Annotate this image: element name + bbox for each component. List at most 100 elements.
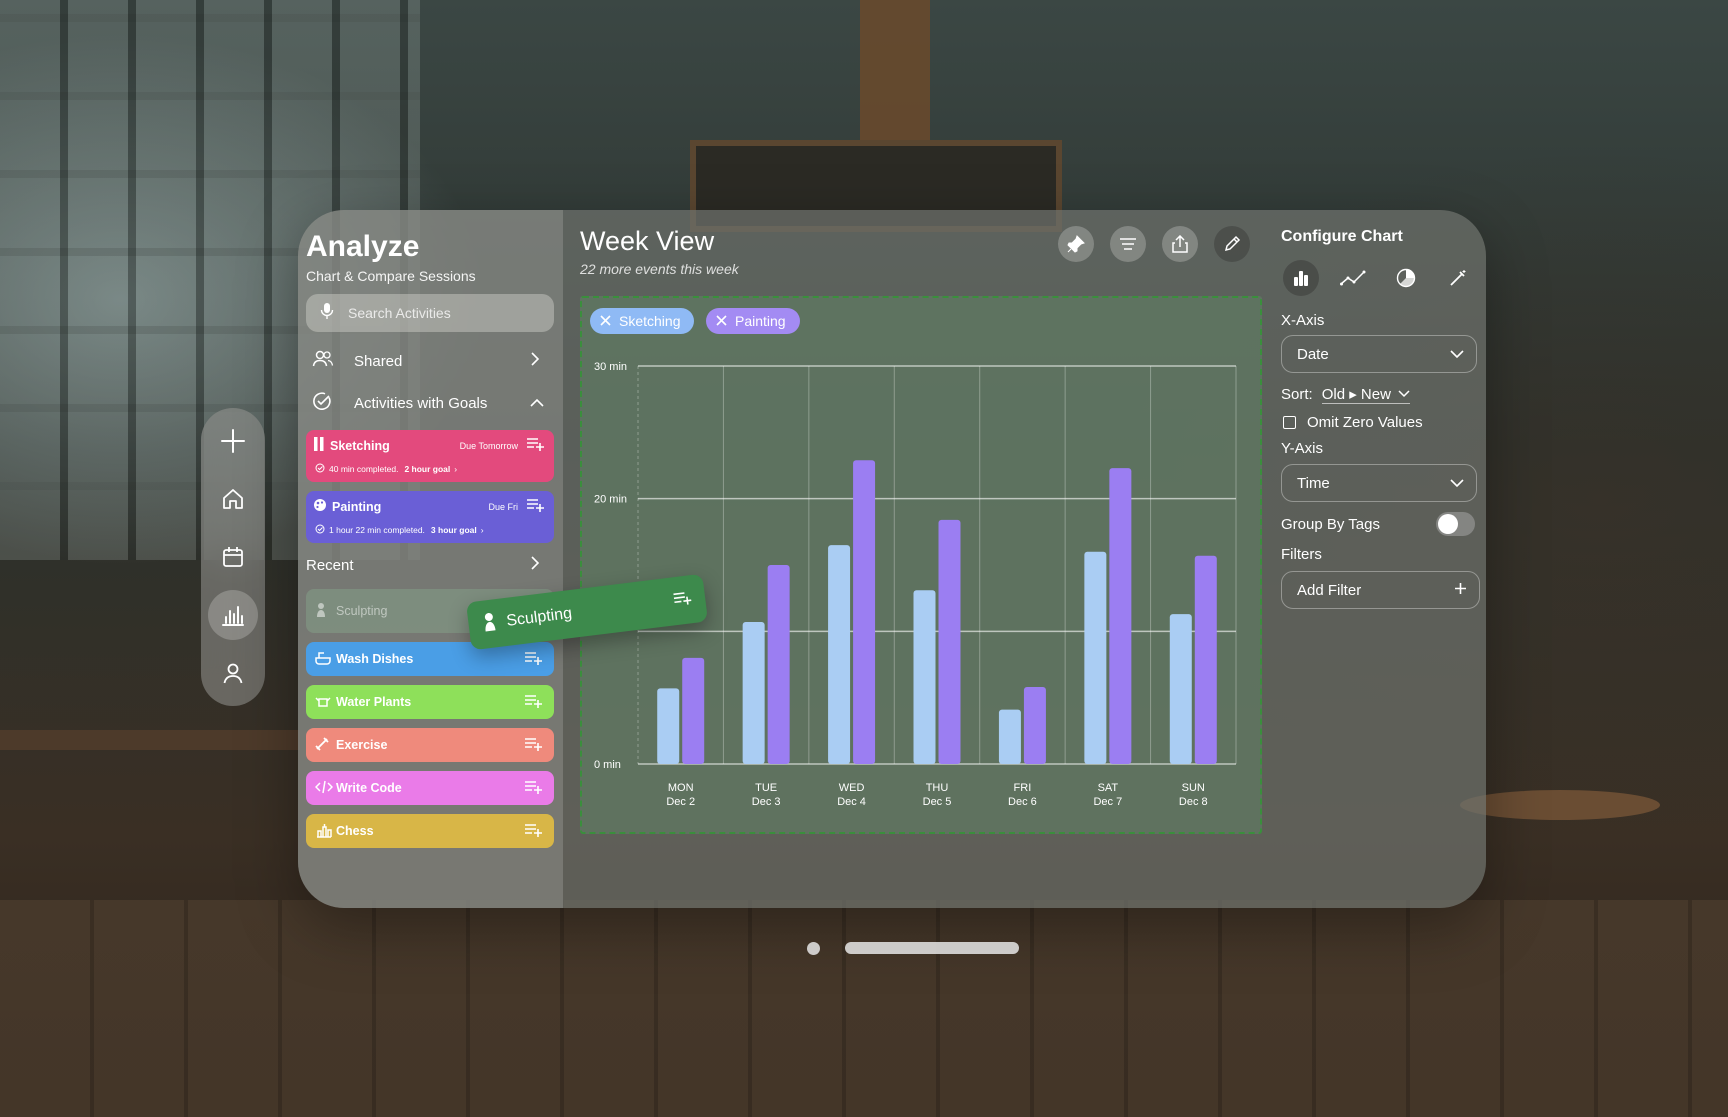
y-tick-label: 20 min — [594, 494, 627, 506]
y-tick-label: 30 min — [594, 361, 627, 373]
line-chart-type-button[interactable] — [1335, 260, 1371, 296]
x-tick-label: MON — [668, 782, 694, 794]
sculpture-icon — [315, 602, 331, 621]
xaxis-select[interactable]: Date — [1281, 335, 1477, 373]
add-to-queue-icon[interactable] — [526, 437, 544, 454]
yaxis-label: Y-Axis — [1281, 440, 1323, 457]
bar-chart-icon — [1294, 271, 1308, 286]
page-title: Analyze — [306, 230, 420, 263]
line-chart-icon — [1340, 270, 1366, 286]
search-input[interactable] — [346, 304, 540, 322]
watering-can-icon — [315, 694, 331, 711]
goal-link[interactable]: 3 hour goal — [431, 525, 477, 535]
share-button[interactable] — [1162, 226, 1198, 262]
bar-chart-type-button[interactable] — [1283, 260, 1319, 296]
add-to-queue-icon[interactable] — [524, 651, 542, 668]
bar-painting-tue — [767, 565, 790, 764]
tab-bar — [201, 408, 265, 706]
pin-button[interactable] — [1058, 226, 1094, 262]
bar-painting-mon — [682, 657, 705, 764]
sidebar-item-recent[interactable]: Recent — [306, 548, 554, 582]
chevron-right-icon — [530, 352, 550, 370]
chevron-down-icon — [1398, 390, 1410, 398]
calendar-icon — [223, 547, 243, 567]
activity-name: Exercise — [336, 738, 388, 752]
bar-painting-wed — [853, 460, 876, 764]
tab-home[interactable] — [208, 474, 258, 524]
sort-row: Sort: Old ▸ New — [1281, 385, 1410, 404]
chevron-up-icon[interactable] — [530, 395, 550, 412]
sidebar-item-label: Shared — [354, 352, 403, 370]
window-control-dot[interactable] — [807, 942, 820, 955]
sidebar-item-activities-with-goals[interactable]: Activities with Goals — [306, 386, 554, 420]
omit-zero-checkbox-row[interactable]: Omit Zero Values — [1283, 414, 1423, 431]
group-by-tags-toggle[interactable] — [1436, 512, 1475, 536]
recent-item-write-code[interactable]: Write Code — [306, 771, 554, 805]
omit-zero-checkbox[interactable] — [1283, 416, 1296, 429]
add-filter-button[interactable]: Add Filter — [1281, 571, 1480, 609]
activity-name: Painting — [332, 499, 382, 514]
background-table — [0, 730, 300, 750]
add-to-queue-icon[interactable] — [526, 498, 544, 515]
add-to-queue-icon[interactable] — [524, 737, 542, 754]
window-grab-bar[interactable] — [845, 942, 1019, 954]
custom-chart-type-button[interactable] — [1440, 260, 1476, 296]
add-to-queue-icon[interactable] — [524, 823, 542, 840]
recent-item-exercise[interactable]: Exercise — [306, 728, 554, 762]
bar-sketching-sat — [1084, 551, 1107, 764]
xaxis-label: X-Axis — [1281, 312, 1325, 329]
bar-sketching-tue — [742, 622, 765, 764]
chart-drop-zone[interactable]: Sketching Painting 0 min 20 min 30 min MON D… — [580, 296, 1262, 834]
sink-icon — [315, 651, 331, 668]
goal-card-painting[interactable]: Painting Due Fri 1 hour 22 min completed… — [306, 491, 554, 543]
tab-calendar[interactable] — [208, 532, 258, 582]
yaxis-select[interactable]: Time — [1281, 464, 1477, 502]
activity-name: Wash Dishes — [336, 652, 414, 666]
chevron-right-icon — [530, 556, 550, 574]
x-tick-label: SUN — [1182, 782, 1205, 794]
goal-link[interactable]: 2 hour goal — [404, 464, 450, 474]
progress-text: 40 min completed. — [329, 464, 399, 474]
x-tick-label: WED — [839, 782, 865, 794]
people-icon — [312, 350, 336, 372]
background-floor — [0, 900, 1728, 1117]
x-tick-label: TUE — [755, 782, 777, 794]
view-title: Week View — [580, 226, 715, 256]
recent-item-water-plants[interactable]: Water Plants — [306, 685, 554, 719]
group-by-tags-label: Group By Tags — [1281, 516, 1380, 533]
add-to-queue-icon[interactable] — [524, 780, 542, 797]
tab-profile[interactable] — [208, 648, 258, 698]
chevron-right-icon: › — [454, 464, 458, 474]
recent-item-chess[interactable]: Chess — [306, 814, 554, 848]
bar-painting-sat — [1109, 468, 1132, 764]
list-button[interactable] — [1110, 226, 1146, 262]
background-stool — [1460, 790, 1660, 820]
pin-icon — [1067, 235, 1085, 253]
checkmark-circle-icon — [315, 524, 325, 536]
sort-picker[interactable]: Old ▸ New — [1321, 385, 1410, 404]
tab-analyze[interactable] — [208, 590, 258, 640]
bar-sketching-sun — [1169, 614, 1192, 764]
config-panel: Configure Chart X-Axis Date Sort: Old ▸ … — [1281, 210, 1486, 908]
recent-item-wash-dishes[interactable]: Wash Dishes — [306, 642, 554, 676]
microphone-icon[interactable] — [320, 302, 340, 325]
sidebar-item-shared[interactable]: Shared — [306, 344, 554, 378]
analyze-window: Analyze Chart & Compare Sessions Shared … — [298, 210, 1486, 908]
edit-button[interactable] — [1214, 226, 1250, 262]
add-to-queue-icon[interactable] — [524, 694, 542, 711]
goal-card-sketching[interactable]: Sketching Due Tomorrow 40 min completed.… — [306, 430, 554, 482]
pie-chart-type-button[interactable] — [1388, 260, 1424, 296]
add-button[interactable] — [208, 416, 258, 466]
bar-sketching-fri — [998, 709, 1021, 764]
checkmark-circle-icon — [312, 391, 336, 415]
search-field[interactable] — [306, 294, 554, 332]
yaxis-value: Time — [1297, 474, 1330, 492]
view-subtitle: 22 more events this week — [580, 261, 739, 277]
due-label: Due Fri — [488, 501, 518, 512]
pencil-icon — [313, 437, 325, 454]
x-tick-date: Dec 4 — [837, 796, 866, 808]
due-label: Due Tomorrow — [459, 440, 518, 451]
checkmark-circle-icon — [315, 463, 325, 475]
sidebar: Analyze Chart & Compare Sessions Shared … — [298, 210, 563, 908]
xaxis-value: Date — [1297, 345, 1329, 363]
